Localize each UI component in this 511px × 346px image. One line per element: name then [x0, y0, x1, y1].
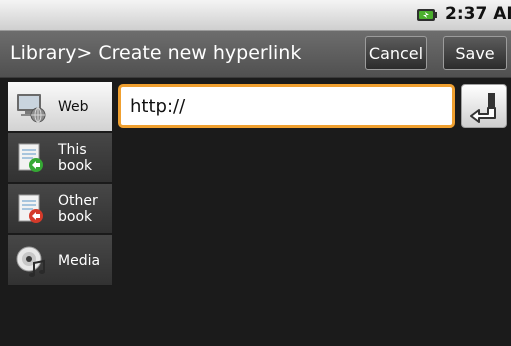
sidebar-item-web[interactable]: Web — [8, 82, 112, 132]
title-bar: Library> Create new hyperlink Cancel Sav… — [0, 31, 511, 78]
sidebar-item-label: Media — [58, 253, 101, 269]
sidebar-item-label-line2: book — [58, 158, 93, 174]
book-red-arrow-icon — [15, 193, 47, 225]
computer-globe-icon — [15, 91, 47, 123]
battery-icon — [417, 7, 437, 21]
status-bar: 2:37 AM — [0, 0, 511, 31]
sidebar-item-label-line1: This — [58, 142, 87, 158]
sidebar-item-this-book[interactable]: This book — [8, 133, 112, 183]
sidebar-item-other-book[interactable]: Other book — [8, 184, 112, 234]
cancel-button[interactable]: Cancel — [365, 36, 427, 70]
page-title: Library> Create new hyperlink — [10, 42, 302, 64]
sidebar-item-label-line1: Other — [58, 193, 98, 209]
sidebar-item-media[interactable]: Media — [8, 235, 112, 286]
url-input[interactable] — [118, 84, 455, 128]
media-disc-icon — [15, 245, 47, 277]
sidebar-item-label: Web — [58, 99, 89, 115]
go-button[interactable] — [461, 84, 507, 128]
sidebar-item-label-line2: book — [58, 209, 93, 225]
enter-arrow-icon — [470, 93, 496, 123]
clock: 2:37 AM — [445, 4, 511, 24]
link-type-sidebar: Web This book Other book Media — [8, 82, 112, 286]
save-button[interactable]: Save — [443, 36, 507, 70]
screen: 2:37 AM Library> Create new hyperlink Ca… — [0, 0, 511, 346]
book-green-arrow-icon — [15, 142, 47, 174]
